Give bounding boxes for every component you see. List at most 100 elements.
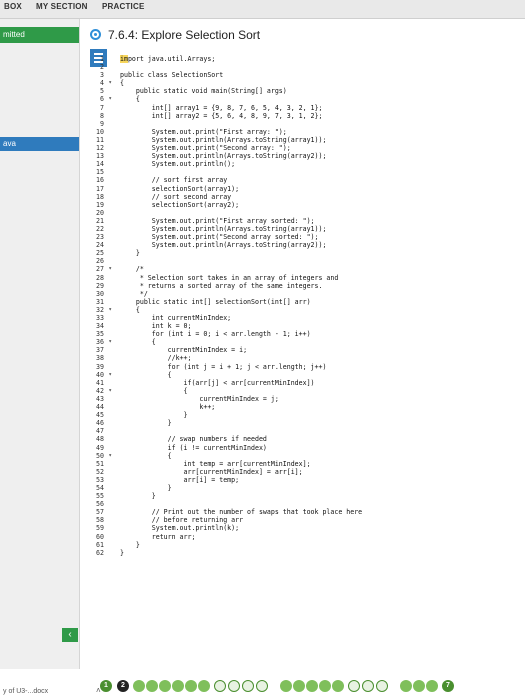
line-number: 46	[96, 419, 104, 428]
code-line: int[] array2 = {5, 6, 4, 8, 9, 7, 3, 1, …	[120, 111, 323, 120]
page-dot[interactable]	[332, 680, 344, 692]
line-number: 27	[79, 265, 114, 273]
nav-tab-box[interactable]: BOX	[4, 2, 22, 11]
code-line: currentMinIndex = j;	[120, 394, 279, 403]
line-number: 16	[96, 176, 104, 185]
code-line: {	[120, 451, 172, 460]
sidebar-item-java[interactable]: ava	[0, 137, 79, 151]
sidebar: mitted ava	[0, 19, 80, 669]
code-line: }	[120, 411, 188, 420]
line-number: 22	[96, 224, 104, 233]
page-dot[interactable]	[214, 680, 226, 692]
line-number: 62	[96, 548, 104, 557]
line-number: 56	[96, 500, 104, 509]
page-dot[interactable]	[306, 680, 318, 692]
top-nav-bar: BOX MY SECTION PRACTICE	[0, 0, 525, 19]
code-line: arr[currentMinIndex] = arr[i];	[120, 467, 303, 476]
page-dot[interactable]	[228, 680, 240, 692]
line-number: 34	[96, 322, 104, 331]
line-number: 25	[96, 249, 104, 258]
code-line: int[] array1 = {9, 8, 7, 6, 5, 4, 3, 2, …	[120, 103, 323, 112]
line-number: 42	[79, 387, 114, 395]
code-line: System.out.print("Second array: ");	[120, 144, 291, 153]
code-line: System.out.println(k);	[120, 524, 240, 533]
page-dot[interactable]	[348, 680, 360, 692]
code-line: if(arr[j] < arr[currentMinIndex])	[120, 378, 315, 387]
line-number: 38	[96, 354, 104, 363]
nav-tab-my-section[interactable]: MY SECTION	[36, 2, 88, 11]
line-number: 12	[96, 144, 104, 153]
page-dot-last[interactable]: 7	[442, 680, 454, 692]
page-dot[interactable]	[293, 680, 305, 692]
page-title: 7.6.4: Explore Selection Sort	[108, 28, 261, 42]
back-arrow-icon[interactable]: ‹	[62, 628, 78, 642]
chevron-up-icon[interactable]: ˄	[96, 686, 101, 695]
line-number: 33	[96, 314, 104, 322]
page-dot[interactable]	[146, 680, 158, 692]
page-dot[interactable]	[280, 680, 292, 692]
line-number: 21	[96, 216, 104, 225]
line-number: 24	[96, 241, 104, 250]
code-line: {	[120, 386, 188, 395]
cursor-highlight: im	[120, 55, 128, 63]
line-number: 8	[100, 111, 104, 120]
page-dot[interactable]	[242, 680, 254, 692]
code-line: for (int i = 0; i < arr.length - 1; i++)	[120, 330, 311, 339]
code-line: {	[120, 338, 156, 347]
code-editor[interactable]: import java.util.Arrays; public class Sel…	[120, 55, 362, 557]
code-line: System.out.println(Arrays.toString(array…	[120, 152, 327, 161]
line-number: 26	[96, 257, 104, 266]
exercise-status-icon	[90, 29, 101, 40]
line-number: 55	[96, 492, 104, 501]
code-line: {	[120, 305, 140, 314]
line-number: 49	[96, 443, 104, 452]
page-dot-second[interactable]: 2	[117, 680, 129, 692]
line-number: 5	[100, 87, 104, 96]
page-dot[interactable]	[400, 680, 412, 692]
page-dot[interactable]	[172, 680, 184, 692]
code-line: // Print out the number of swaps that to…	[120, 508, 363, 517]
line-number: 57	[96, 508, 104, 517]
code-line: selectionSort(array2);	[120, 200, 240, 209]
page-dot[interactable]	[198, 680, 210, 692]
line-number: 54	[96, 483, 104, 492]
nav-tab-practice[interactable]: PRACTICE	[102, 2, 145, 11]
code-line: // swap numbers if needed	[120, 435, 267, 444]
page-dot[interactable]	[256, 680, 268, 692]
code-line: * returns a sorted array of the same int…	[120, 281, 323, 290]
code-line: System.out.println();	[120, 160, 236, 169]
page-dot[interactable]	[133, 680, 145, 692]
code-line: int currentMinIndex;	[120, 314, 232, 322]
page-dot[interactable]	[376, 680, 388, 692]
download-file-name[interactable]: y of U3-...docx	[3, 688, 48, 695]
line-number: 29	[96, 281, 104, 290]
line-number: 35	[96, 330, 104, 339]
download-bar: y of U3-...docx ˄	[0, 680, 110, 700]
line-number-gutter: 1234567891011121314151617181920212223242…	[79, 55, 114, 557]
code-line: // sort first array	[120, 176, 228, 185]
code-line: System.out.print("First array sorted: ")…	[120, 216, 315, 225]
code-line: k++;	[120, 403, 216, 412]
line-number: 31	[96, 297, 104, 306]
page-dot[interactable]	[413, 680, 425, 692]
page-dot[interactable]	[362, 680, 374, 692]
code-line: public static int[] selectionSort(int[] …	[120, 297, 311, 306]
code-line: {	[120, 79, 124, 88]
page-dot[interactable]	[426, 680, 438, 692]
code-line: arr[i] = temp;	[120, 475, 240, 484]
page-dot[interactable]	[319, 680, 331, 692]
page-dot[interactable]	[185, 680, 197, 692]
sidebar-item-submitted[interactable]: mitted	[0, 27, 79, 43]
line-number: 30	[96, 289, 104, 298]
line-number: 9	[100, 119, 104, 128]
line-number: 52	[96, 467, 104, 476]
line-number: 45	[96, 411, 104, 420]
line-number: 14	[96, 160, 104, 169]
line-number: 7	[100, 103, 104, 112]
page-dot[interactable]	[159, 680, 171, 692]
code-line: * Selection sort takes in an array of in…	[120, 273, 339, 282]
